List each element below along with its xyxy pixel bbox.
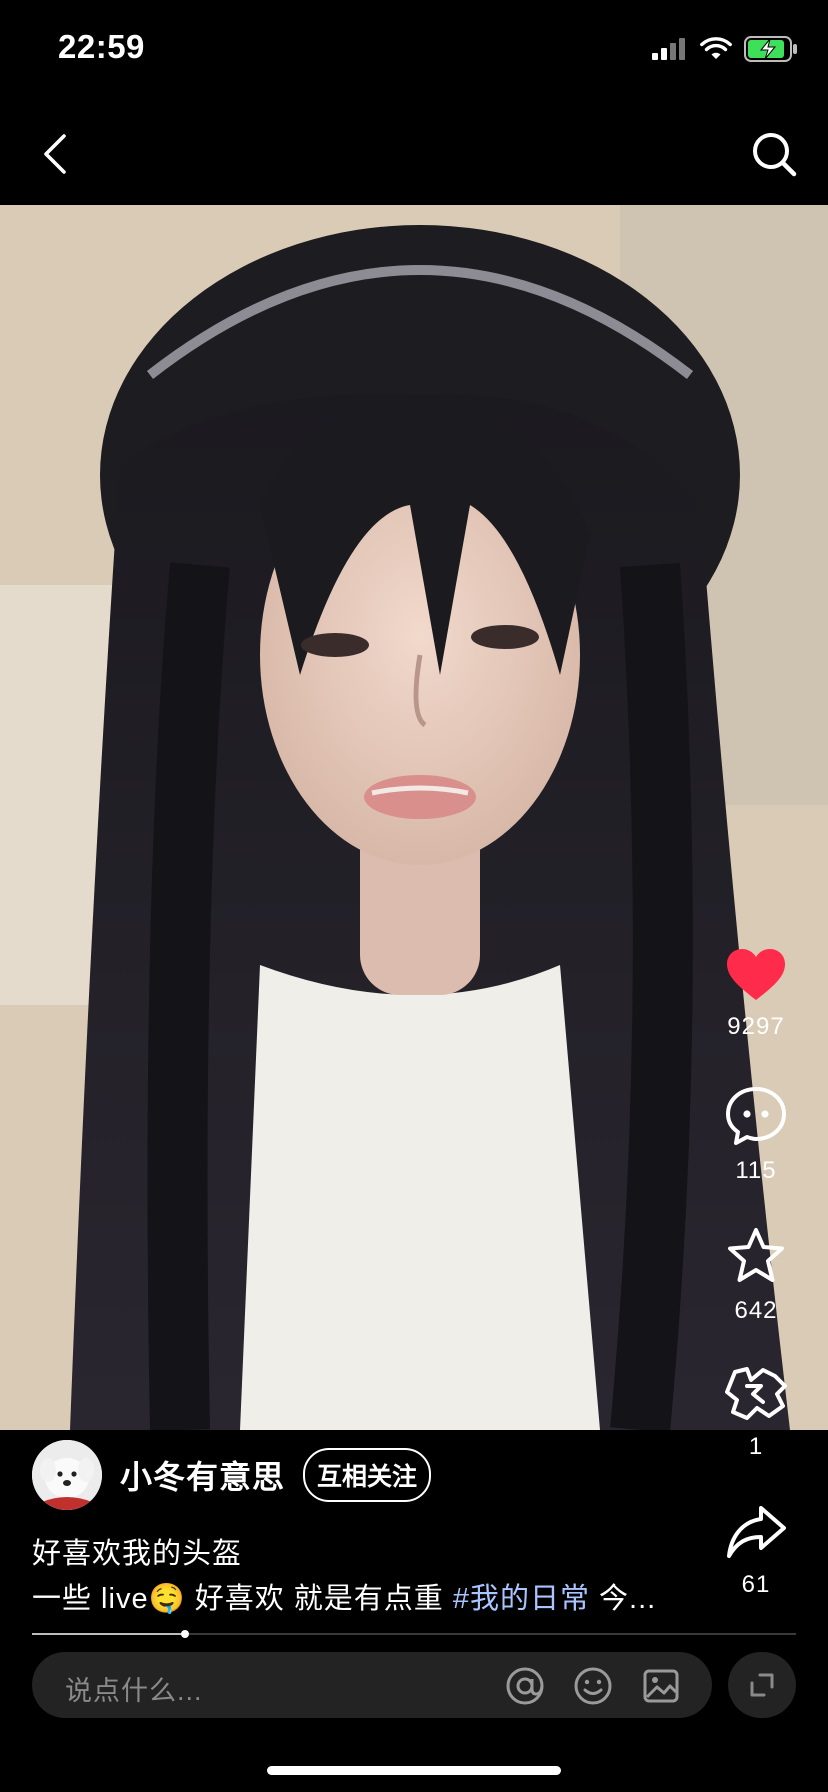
at-icon[interactable] [506, 1667, 544, 1705]
comment-input-placeholder[interactable]: 说点什么... [65, 1669, 203, 1708]
heart-icon[interactable] [725, 948, 787, 1002]
emoji-icon[interactable] [574, 1667, 612, 1705]
caption-title: 好喜欢我的头盔 [32, 1538, 243, 1570]
caption-body: 一些 live🤤 好喜欢 就是有点重 [32, 1583, 453, 1615]
status-time: 22:59 [58, 28, 145, 65]
caption-more[interactable]: 今... [590, 1583, 656, 1615]
comment-action[interactable]: 115 [698, 1086, 814, 1185]
like-action[interactable]: 9297 [698, 948, 814, 1041]
cellular-signal-icon [652, 38, 685, 60]
author-row: 小冬有意思 互相关注 [32, 1440, 432, 1510]
expand-button[interactable] [728, 1652, 796, 1718]
comment-input[interactable]: 说点什么... [32, 1652, 712, 1718]
hashtag-link[interactable]: #我的日常 [453, 1583, 590, 1615]
share-arrow-icon[interactable] [725, 1504, 787, 1560]
share-action[interactable]: 61 [698, 1504, 814, 1599]
progress-knob[interactable] [180, 1630, 189, 1638]
search-icon[interactable] [750, 130, 798, 178]
treat-count: 1 [748, 1433, 764, 1460]
treat-action[interactable]: 1 [698, 1364, 814, 1461]
comment-count: 115 [735, 1157, 777, 1184]
like-count: 9297 [727, 1013, 785, 1040]
progress-fill [32, 1633, 185, 1635]
image-icon[interactable] [642, 1667, 680, 1705]
favorite-action[interactable]: 642 [698, 1226, 814, 1325]
favorite-count: 642 [734, 1297, 778, 1324]
share-count: 61 [741, 1571, 771, 1598]
author-avatar[interactable] [32, 1440, 102, 1510]
dog-avatar [32, 1440, 102, 1510]
battery-charging-icon [744, 36, 797, 62]
mutual-follow-badge[interactable]: 互相关注 [303, 1448, 432, 1502]
chevron-left-icon[interactable] [40, 132, 70, 176]
treat-icon[interactable] [723, 1364, 789, 1422]
home-indicator[interactable] [267, 1766, 561, 1775]
wifi-icon [700, 37, 732, 59]
caption-text[interactable]: 一些 live🤤 好喜欢 就是有点重 #我的日常 今... [32, 1575, 656, 1617]
author-name[interactable]: 小冬有意思 [120, 1452, 285, 1498]
star-icon[interactable] [725, 1226, 787, 1286]
video-progress-bar[interactable] [32, 1630, 796, 1638]
comment-bubble-icon[interactable] [725, 1086, 787, 1146]
expand-icon [750, 1673, 774, 1697]
status-icons [652, 36, 798, 62]
